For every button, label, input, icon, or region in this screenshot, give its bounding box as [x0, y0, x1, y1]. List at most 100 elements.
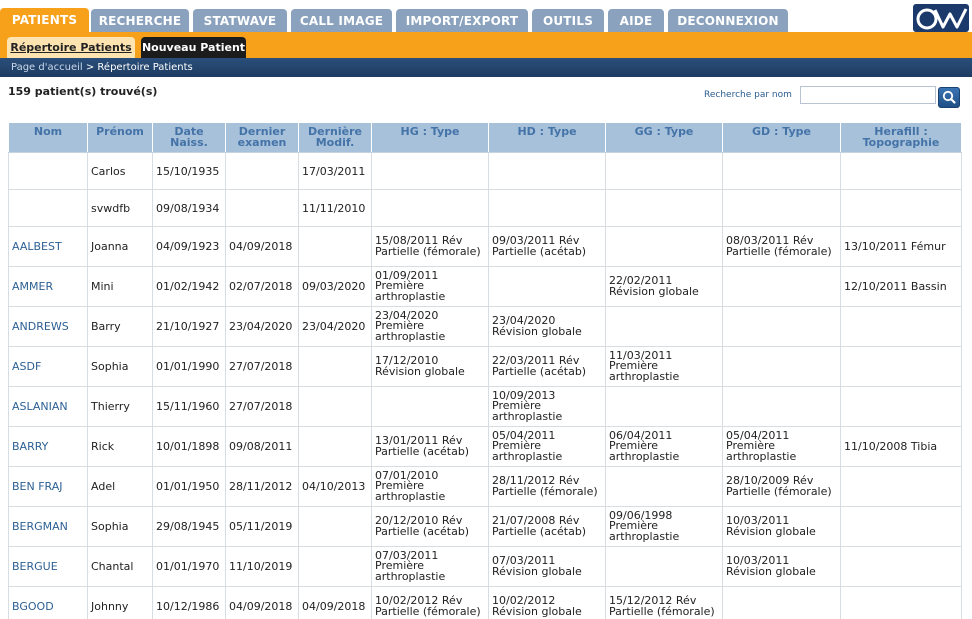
col-hg-type-header[interactable]: HG : Type	[371, 122, 489, 153]
col-prenom-cell: Johnny	[87, 586, 153, 619]
col-dernier-examen-cell: 05/11/2019	[225, 506, 299, 547]
tab-outils[interactable]: OUTILS	[532, 9, 604, 32]
tab-import-export[interactable]: IMPORT/EXPORT	[396, 9, 528, 32]
col-nom-cell[interactable]: AMMER	[8, 266, 88, 307]
col-hd-type-cell: 05/04/2011 Première arthroplastie	[488, 426, 606, 467]
col-nom-cell[interactable]: AALBEST	[8, 226, 88, 267]
col-dernier-examen-cell	[225, 189, 299, 227]
tab-deconnexion[interactable]: DECONNEXION	[668, 9, 788, 32]
col-herafill-topographie-cell	[840, 546, 962, 587]
table-row[interactable]: BGOOD Johnny 10/12/1986 04/09/2018 04/09/201…	[8, 586, 962, 619]
col-nom-cell[interactable]: ASLANIAN	[8, 386, 88, 427]
col-gd-type-cell	[722, 346, 841, 387]
table-row[interactable]: BEN FRAJ Adel 01/01/1950 28/11/2012 04/10/20…	[8, 466, 962, 507]
col-herafill-topographie-cell	[840, 152, 962, 190]
col-nom-cell[interactable]	[8, 152, 88, 190]
col-hg-type-cell: 07/03/2011 Première arthroplastie	[371, 546, 489, 587]
col-prenom-cell: Sophia	[87, 506, 153, 547]
col-gg-type-cell	[605, 152, 723, 190]
col-date-naiss-header[interactable]: Date Naiss.	[152, 122, 226, 153]
col-nom-cell[interactable]: BERGUE	[8, 546, 88, 587]
col-hd-type-cell: 21/07/2008 Rév Partielle (acétab)	[488, 506, 606, 547]
col-date-naiss-cell: 01/01/1990	[152, 346, 226, 387]
col-date-naiss-cell: 01/01/1970	[152, 546, 226, 587]
col-hd-type-header[interactable]: HD : Type	[488, 122, 606, 153]
col-hd-type-cell	[488, 266, 606, 307]
col-gd-type-cell: 10/03/2011 Révision globale	[722, 506, 841, 547]
tab-call-image[interactable]: CALL IMAGE	[291, 9, 392, 32]
col-nom-cell[interactable]: BARRY	[8, 426, 88, 467]
col-hg-type-cell: 10/02/2012 Rév Partielle (fémorale)	[371, 586, 489, 619]
table-row[interactable]: Carlos 15/10/1935 17/03/2011	[8, 152, 962, 190]
search-input[interactable]	[800, 86, 936, 104]
col-dernier-examen-cell: 11/10/2019	[225, 546, 299, 587]
table-row[interactable]: ASLANIAN Thierry 15/11/1960 27/07/2018 10/09…	[8, 386, 962, 427]
col-derniere-modif-header[interactable]: Dernière Modif.	[298, 122, 372, 153]
col-herafill-topographie-cell	[840, 386, 962, 427]
col-prenom-cell: Rick	[87, 426, 153, 467]
col-derniere-modif-cell	[298, 226, 372, 267]
logo-icon	[916, 8, 968, 30]
col-nom-header[interactable]: Nom	[8, 122, 88, 153]
col-derniere-modif-cell: 04/10/2013	[298, 466, 372, 507]
col-date-naiss-cell: 10/12/1986	[152, 586, 226, 619]
tab-aide[interactable]: AIDE	[608, 9, 664, 32]
col-gg-type-header[interactable]: GG : Type	[605, 122, 723, 153]
breadcrumb-home-link[interactable]: Page d'accueil	[11, 62, 83, 73]
col-nom-cell[interactable]: BERGMAN	[8, 506, 88, 547]
col-dernier-examen-cell: 23/04/2020	[225, 306, 299, 347]
col-date-naiss-cell: 01/02/1942	[152, 266, 226, 307]
tab-patients[interactable]: PATIENTS	[0, 8, 89, 32]
table-row[interactable]: svwdfb 09/08/1934 11/11/2010	[8, 189, 962, 227]
col-herafill-topographie-cell	[840, 586, 962, 619]
col-dernier-examen-cell: 04/09/2018	[225, 226, 299, 267]
table-body: Carlos 15/10/1935 17/03/2011 svwdfb 09/08/19…	[8, 152, 962, 619]
col-hd-type-cell: 23/04/2020 Révision globale	[488, 306, 606, 347]
col-nom-cell[interactable]: ASDF	[8, 346, 88, 387]
col-derniere-modif-cell: 23/04/2020	[298, 306, 372, 347]
col-gd-type-header[interactable]: GD : Type	[722, 122, 841, 153]
table-row[interactable]: AMMER Mini 01/02/1942 02/07/2018 09/03/2020 0…	[8, 266, 962, 307]
col-gd-type-cell	[722, 586, 841, 619]
col-date-naiss-cell: 01/01/1950	[152, 466, 226, 507]
col-herafill-topographie-header[interactable]: Herafill : Topographie	[840, 122, 962, 153]
table-row[interactable]: AALBEST Joanna 04/09/1923 04/09/2018 15/08/2…	[8, 226, 962, 267]
col-nom-cell[interactable]: BGOOD	[8, 586, 88, 619]
col-hd-type-cell	[488, 152, 606, 190]
col-nom-cell[interactable]	[8, 189, 88, 227]
subtab-repertoire-patients[interactable]: Répertoire Patients	[7, 37, 135, 58]
col-gd-type-cell: 28/10/2009 Rév Partielle (fémorale)	[722, 466, 841, 507]
col-hg-type-cell: 23/04/2020 Première arthroplastie	[371, 306, 489, 347]
col-derniere-modif-cell	[298, 506, 372, 547]
table-row[interactable]: ASDF Sophia 01/01/1990 27/07/2018 17/12/2010…	[8, 346, 962, 387]
subtab-nouveau-patient[interactable]: Nouveau Patient	[141, 37, 246, 58]
col-date-naiss-cell: 04/09/1923	[152, 226, 226, 267]
col-hg-type-cell: 07/01/2010 Première arthroplastie	[371, 466, 489, 507]
col-nom-cell[interactable]: ANDREWS	[8, 306, 88, 347]
col-herafill-topographie-cell: 12/10/2011 Bassin	[840, 266, 962, 307]
table-row[interactable]: BARRY Rick 10/01/1898 09/08/2011 13/01/2011 …	[8, 426, 962, 467]
col-prenom-header[interactable]: Prénom	[87, 122, 153, 153]
col-gd-type-cell: 08/03/2011 Rév Partielle (fémorale)	[722, 226, 841, 267]
col-gg-type-cell: 11/03/2011 Première arthroplastie	[605, 346, 723, 387]
col-hd-type-cell: 07/03/2011 Révision globale	[488, 546, 606, 587]
col-prenom-cell: svwdfb	[87, 189, 153, 227]
col-gg-type-cell: 09/06/1998 Première arthroplastie	[605, 506, 723, 547]
col-nom-cell[interactable]: BEN FRAJ	[8, 466, 88, 507]
table-row[interactable]: BERGMAN Sophia 29/08/1945 05/11/2019 20/12/2…	[8, 506, 962, 547]
search-button[interactable]	[938, 87, 960, 108]
col-gd-type-cell	[722, 266, 841, 307]
col-derniere-modif-cell	[298, 426, 372, 467]
tab-recherche[interactable]: RECHERCHE	[91, 9, 189, 32]
col-gg-type-cell	[605, 189, 723, 227]
col-dernier-examen-header[interactable]: Dernier examen	[225, 122, 299, 153]
col-gd-type-cell: 05/04/2011 Première arthroplastie	[722, 426, 841, 467]
col-derniere-modif-cell	[298, 346, 372, 387]
table-row[interactable]: BERGUE Chantal 01/01/1970 11/10/2019 07/03/2…	[8, 546, 962, 587]
col-hg-type-cell	[371, 386, 489, 427]
table-row[interactable]: ANDREWS Barry 21/10/1927 23/04/2020 23/04/20…	[8, 306, 962, 347]
col-gd-type-cell: 10/03/2011 Révision globale	[722, 546, 841, 587]
col-gg-type-cell	[605, 226, 723, 267]
col-gg-type-cell	[605, 386, 723, 427]
tab-statwave[interactable]: STATWAVE	[193, 9, 287, 32]
